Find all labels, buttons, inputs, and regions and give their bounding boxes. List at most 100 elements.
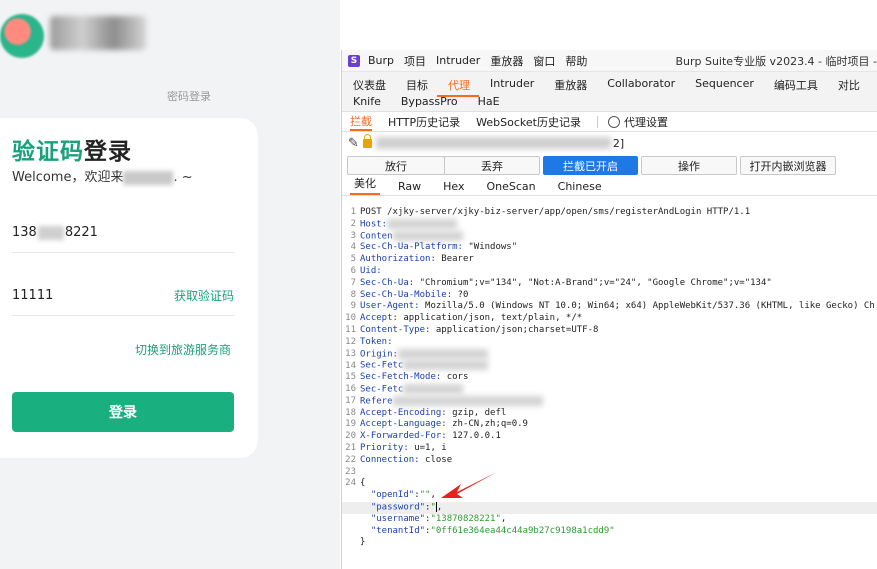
header-line: 13 Origin: (342, 348, 877, 361)
tab-collaborator[interactable]: Collaborator (596, 75, 684, 97)
header-line: 17 Refere (342, 395, 877, 408)
intercept-toolbar: 放行 丢弃 拦截已开启 操作 打开内嵌浏览器 (342, 154, 877, 178)
pencil-icon[interactable]: ✎ (348, 136, 359, 151)
header-line: 11 Content-Type: application/json;charset… (345, 324, 599, 335)
redacted-value (403, 360, 489, 371)
message-view-tabs: 美化 Raw Hex OneScan Chinese (342, 175, 877, 196)
redacted-value (403, 383, 464, 394)
menu-project[interactable]: 项目 (404, 53, 426, 69)
header-line: 6 Uid: (350, 265, 382, 276)
lock-icon (362, 133, 372, 148)
redacted-value (392, 230, 463, 241)
menu-window[interactable]: 窗口 (533, 53, 555, 69)
header-line: 20 X-Forwarded-For: 127.0.0.1 (345, 431, 501, 442)
burp-window: S Burp 项目 Intruder 重放器 窗口 帮助 Burp Suite专… (341, 50, 877, 569)
page-title: 验证码登录 (12, 132, 132, 166)
switch-provider-link[interactable]: 切换到旅游服务商 (135, 341, 231, 358)
header-line: 19 Accept-Language: zh-CN,zh;q=0.9 (345, 419, 528, 430)
header-line: 4 Sec-Ch-Ua-Platform: "Windows" (350, 242, 518, 253)
tab-hex[interactable]: Hex (439, 180, 468, 195)
menu-intruder[interactable]: Intruder (436, 54, 480, 67)
request-editor[interactable]: 1 POST /xjky-server/xjky-biz-server/app/o… (342, 207, 877, 569)
tab-sequencer[interactable]: Sequencer (684, 75, 763, 97)
phone-input[interactable]: 138 8221 (12, 213, 234, 253)
tab-websocket-history[interactable]: WebSocket历史记录 (476, 114, 581, 130)
verification-code-input[interactable]: 11111 获取验证码 (12, 276, 234, 316)
tab-decoder[interactable]: 编码工具 (763, 75, 827, 97)
tab-pretty[interactable]: 美化 (350, 175, 380, 195)
open-brace: { (360, 478, 366, 489)
welcome-prefix: Welcome，欢迎来 (12, 170, 124, 185)
burp-app-icon: S (348, 54, 360, 67)
json-line-tenantid: "tenantId":"0ff61e364ea44c44a9b27c9198a1… (370, 525, 615, 536)
tab-raw[interactable]: Raw (394, 180, 425, 195)
menu-help[interactable]: 帮助 (565, 53, 587, 69)
code-value: 11111 (12, 288, 54, 303)
tab-chinese[interactable]: Chinese (554, 180, 606, 195)
proxy-settings-button[interactable]: 代理设置 (607, 114, 668, 130)
redacted-name (123, 170, 174, 185)
proxy-settings-label: 代理设置 (623, 115, 668, 129)
app-logo (0, 14, 44, 58)
tab-hae[interactable]: HaE (467, 93, 509, 110)
tab-onescan[interactable]: OneScan (483, 180, 540, 195)
redacted-phone-digits (37, 225, 64, 240)
redacted-value (392, 395, 543, 406)
drop-button[interactable]: 丢弃 (444, 156, 540, 175)
login-page: 密码登录 验证码登录 Welcome，欢迎来 . ~ 138 8221 11111 … (0, 0, 340, 569)
tab-http-history[interactable]: HTTP历史记录 (388, 114, 460, 130)
redacted-site-title (50, 16, 146, 50)
request-url-row: ✎ 2] (342, 132, 877, 154)
phone-start: 138 (12, 225, 37, 240)
intercept-toggle-button[interactable]: 拦截已开启 (543, 156, 638, 175)
tab-repeater[interactable]: 重放器 (543, 75, 596, 97)
request-line-text: POST /xjky-server/xjky-biz-server/app/op… (360, 207, 751, 217)
title-rest: 登录 (84, 139, 132, 165)
get-code-button[interactable]: 获取验证码 (174, 287, 234, 304)
header-line: 15 Sec-Fetch-Mode: cors (345, 372, 469, 383)
header-line: 9 User-Agent: Mozilla/5.0 (Windows NT 10.… (350, 301, 875, 312)
gear-icon (607, 115, 620, 128)
tab-knife[interactable]: Knife (342, 93, 390, 110)
open-browser-button[interactable]: 打开内嵌浏览器 (740, 156, 836, 175)
header-line: 8 Sec-Ch-Ua-Mobile: ?0 (350, 289, 469, 300)
tab-intercept[interactable]: 拦截 (350, 113, 372, 131)
url-tail: 2] (612, 136, 625, 150)
tab-separator (596, 115, 598, 128)
redacted-url (375, 137, 611, 149)
main-tabs: 仪表盘 目标 代理 Intruder 重放器 Collaborator Sequ… (342, 72, 877, 112)
header-line: 22 Connection: close (345, 454, 453, 465)
text-cursor (435, 501, 437, 512)
action-button[interactable]: 操作 (641, 156, 737, 175)
header-line: 18 Accept-Encoding: gzip, defl (345, 407, 507, 418)
window-title: Burp Suite专业版 v2023.4 - 临时项目 - (675, 54, 877, 68)
header-line: 7 Sec-Ch-Ua: "Chromium";v="134", "Not:A-B… (350, 277, 772, 288)
json-line-username: "username":"13870828221", (370, 513, 507, 524)
redacted-value (397, 348, 488, 359)
login-button[interactable]: 登录 (12, 392, 234, 432)
redacted-value (387, 218, 458, 229)
title-accent: 验证码 (12, 139, 84, 165)
tab-comparer[interactable]: 对比 (827, 75, 869, 97)
header-line: 2 Host: (342, 218, 877, 231)
phone-end: 8221 (64, 225, 98, 240)
header-line: 16 Sec-Fetc (342, 383, 877, 396)
json-close: } (342, 537, 877, 549)
forward-button[interactable]: 放行 (347, 156, 445, 175)
menu-repeater[interactable]: 重放器 (490, 53, 523, 69)
json-open: 24{ (345, 478, 366, 489)
header-line: 10 Accept: application/json, text/plain, … (345, 313, 583, 324)
header-line: 3 Conten (342, 230, 877, 243)
header-line: 21 Priority: u=1, i (345, 442, 447, 453)
menu-burp[interactable]: Burp (368, 54, 394, 67)
password-login-link[interactable]: 密码登录 (167, 88, 211, 104)
welcome-text: Welcome，欢迎来 . ~ (12, 166, 193, 185)
tab-bypasspro[interactable]: BypassPro (390, 93, 467, 110)
header-line: 12 Token: (345, 336, 393, 347)
blank-line: 23 (345, 466, 356, 477)
proxy-tabs: 拦截 HTTP历史记录 WebSocket历史记录 代理设置 (342, 112, 877, 132)
request-line: 1 POST /xjky-server/xjky-biz-server/app/o… (350, 207, 751, 217)
welcome-suffix: . ~ (173, 170, 193, 185)
json-line-openid: "openId":"", (370, 490, 436, 501)
menu-bar: S Burp 项目 Intruder 重放器 窗口 帮助 Burp Suite专… (342, 50, 877, 72)
